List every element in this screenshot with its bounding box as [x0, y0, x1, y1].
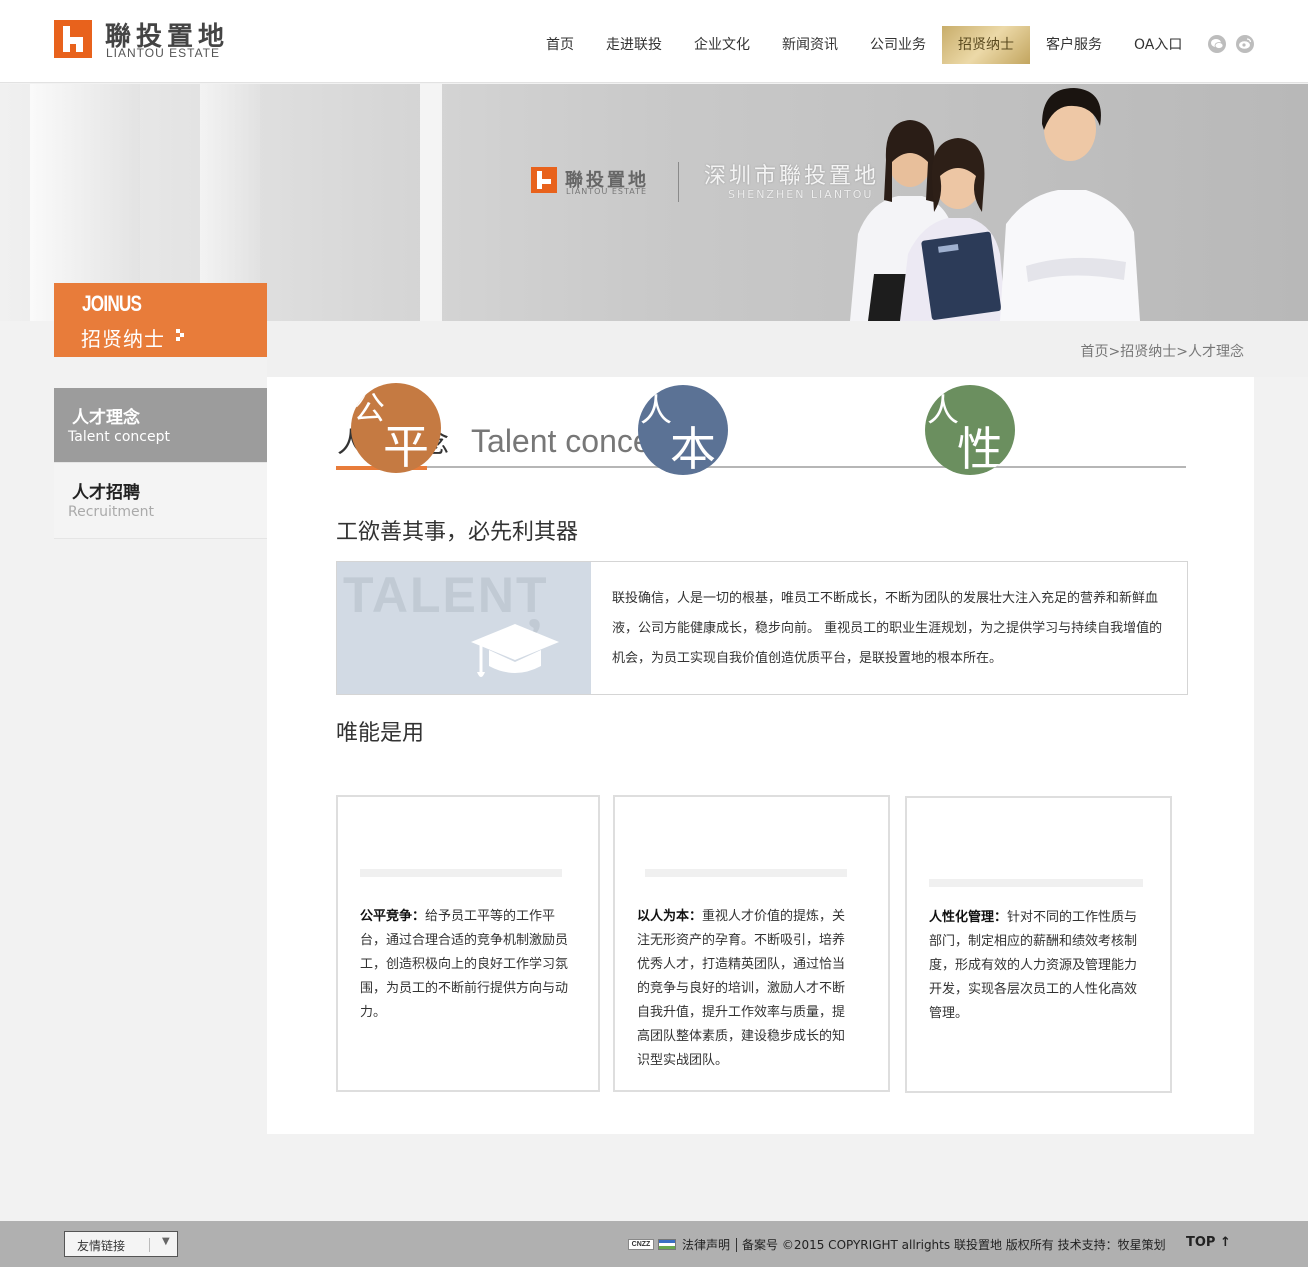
content-panel: 人才理念Talent concept 工欲善其事，必先利其器 TALENT , … [267, 377, 1254, 1134]
nav-business[interactable]: 公司业务 [854, 26, 942, 64]
humane-badge-icon: 人 性 [925, 385, 1015, 475]
card-text: 公平竞争：给予员工平等的工作平台，通过合理合适的竞争机制激励员工，创造积极向上的… [360, 905, 578, 1025]
side-item-label-cn: 人才招聘 [72, 483, 140, 503]
card-heading: 以人为本： [637, 909, 703, 924]
breadcrumb-current: 人才理念 [1188, 344, 1244, 360]
site-header: 聯投置地 LIANTOU ESTATE 首页 走进联投 企业文化 新闻资讯 公司… [0, 0, 1308, 83]
flag-icon [658, 1239, 676, 1250]
breadcrumb-home[interactable]: 首页 [1081, 344, 1109, 360]
card-body: 重视人才价值的提炼，关注无形资产的孕育。不断吸引，培养优秀人才，打造精英团队，通… [637, 909, 846, 1068]
card-heading: 人性化管理： [929, 910, 1008, 925]
graduation-cap-icon [471, 624, 559, 677]
breadcrumb: 首页>招贤纳士>人才理念 [1081, 341, 1244, 361]
banner-divider [678, 162, 679, 202]
slogan-heading: 工欲善其事，必先利其器 [336, 520, 579, 545]
site-footer: 友情链接 ▼ CNZZ 法律声明 备案号 ©2015 COPYRIGHT all… [0, 1221, 1308, 1267]
side-menu: 人才理念 Talent concept 人才招聘 Recruitment [54, 388, 267, 539]
nav-news[interactable]: 新闻资讯 [766, 26, 854, 64]
fair-badge-icon: 公 平 [351, 383, 441, 473]
back-to-top-button[interactable]: TOP ↑ [1186, 1235, 1231, 1250]
card-heading: 公平竞争： [360, 909, 426, 924]
banner-pillar [420, 84, 442, 321]
breadcrumb-separator: > [1176, 344, 1188, 360]
side-item-label-cn: 人才理念 [72, 408, 140, 428]
cnzz-badge[interactable]: CNZZ [628, 1239, 654, 1250]
nav-home[interactable]: 首页 [530, 26, 590, 64]
breadcrumb-separator: > [1108, 344, 1121, 360]
card-divider-bar [360, 869, 562, 877]
card-divider-bar [929, 879, 1143, 887]
side-item-label-en: Recruitment [68, 504, 155, 520]
value-card-humane: 人性化管理：针对不同的工作性质与部门，制定相应的薪酬和绩效考核制度，形成有效的人… [905, 796, 1172, 1093]
main-nav: 首页 走进联投 企业文化 新闻资讯 公司业务 招贤纳士 客户服务 OA入口 [530, 26, 1198, 64]
side-item-recruitment[interactable]: 人才招聘 Recruitment [54, 463, 267, 539]
value-card-fair: 公平竞争：给予员工平等的工作平台，通过合理合适的竞争机制激励员工，创造积极向上的… [336, 795, 600, 1092]
breadcrumb-section[interactable]: 招贤纳士 [1120, 344, 1176, 360]
side-item-label-en: Talent concept [68, 429, 170, 445]
nav-oa[interactable]: OA入口 [1118, 26, 1198, 64]
wechat-icon[interactable] [1208, 35, 1226, 53]
select-separator [149, 1238, 150, 1252]
joinus-title-en: JOINUS [82, 291, 142, 316]
badge-char-big: 平 [383, 420, 429, 473]
badge-char-small: 人 [927, 391, 960, 429]
side-item-talent-concept[interactable]: 人才理念 Talent concept [54, 388, 267, 463]
joinus-dots-icon [176, 329, 188, 341]
card-body: 针对不同的工作性质与部门，制定相应的薪酬和绩效考核制度，形成有效的人力资源及管理… [929, 910, 1138, 1021]
badge-char-small: 人 [640, 391, 673, 429]
friend-links-select[interactable]: 友情链接 ▼ [64, 1231, 178, 1257]
card-body: 给予员工平等的工作平台，通过合理合适的竞争机制激励员工，创造积极向上的良好工作学… [360, 909, 569, 1020]
nav-culture[interactable]: 企业文化 [678, 26, 766, 64]
logo-mark-icon [54, 20, 92, 58]
logo-text-en: LIANTOU ESTATE [106, 46, 221, 60]
banner-people-photo [850, 88, 1140, 321]
site-logo[interactable]: 聯投置地 LIANTOU ESTATE [54, 18, 244, 62]
nav-about[interactable]: 走进联投 [590, 26, 678, 64]
section-subtitle: 唯能是用 [336, 721, 425, 746]
card-text: 以人为本：重视人才价值的提炼，关注无形资产的孕育。不断吸引，培养优秀人才，打造精… [637, 905, 855, 1073]
banner-logo-icon [531, 167, 557, 193]
copyright-text: 备案号 ©2015 COPYRIGHT allrights 联投置地 版权所有 … [742, 1238, 1166, 1252]
chevron-down-icon: ▼ [162, 1236, 170, 1247]
joinus-box: JOINUS 招贤纳士 [54, 283, 267, 357]
badge-char-big: 本 [670, 422, 716, 475]
talent-intro-box: TALENT , 联投确信，人是一切的根基，唯员工不断成长，不断为团队的发展壮大… [336, 561, 1188, 695]
footer-info: CNZZ 法律声明 备案号 ©2015 COPYRIGHT allrights … [628, 1236, 1166, 1253]
footer-divider [736, 1237, 738, 1252]
joinus-title-cn: 招贤纳士 [81, 327, 165, 351]
people-badge-icon: 人 本 [638, 385, 728, 475]
talent-image: TALENT , [337, 562, 591, 694]
badge-char-small: 公 [353, 389, 386, 427]
card-text: 人性化管理：针对不同的工作性质与部门，制定相应的薪酬和绩效考核制度，形成有效的人… [929, 906, 1145, 1026]
title-divider [336, 466, 1186, 468]
breadcrumb-strip: 首页>招贤纳士>人才理念 [267, 321, 1308, 377]
banner-brand-en: LIANTOU ESTATE [566, 187, 648, 196]
legal-link[interactable]: 法律声明 [682, 1236, 730, 1253]
weibo-icon[interactable] [1236, 35, 1254, 53]
card-divider-bar [645, 869, 847, 877]
badge-char-big: 性 [957, 422, 1003, 475]
value-card-people: 以人为本：重视人才价值的提炼，关注无形资产的孕育。不断吸引，培养优秀人才，打造精… [613, 795, 890, 1092]
talent-word: TALENT [343, 567, 549, 623]
nav-service[interactable]: 客户服务 [1030, 26, 1118, 64]
friend-links-label: 友情链接 [77, 1239, 126, 1253]
talent-intro-text: 联投确信，人是一切的根基，唯员工不断成长，不断为团队的发展壮大注入充足的营养和新… [612, 591, 1163, 666]
nav-careers[interactable]: 招贤纳士 [942, 26, 1030, 64]
